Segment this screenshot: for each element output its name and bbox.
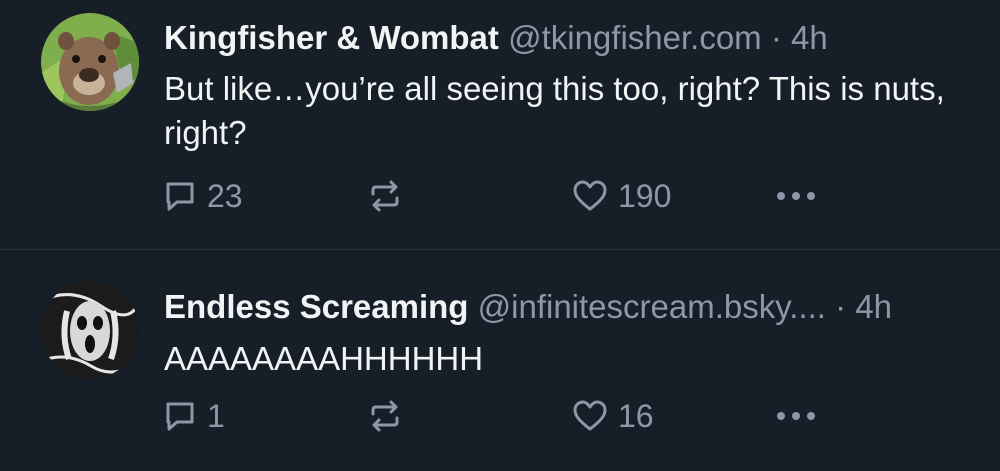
author-avatar[interactable] [41, 13, 139, 111]
repost-icon [371, 400, 399, 432]
author-handle[interactable]: @infinitescream.bsky.... [478, 288, 826, 325]
more-options-button[interactable] [776, 176, 816, 216]
more-icon [777, 192, 815, 200]
like-button[interactable]: 16 [572, 396, 654, 436]
meta-separator: · [835, 288, 847, 325]
like-count: 16 [618, 397, 654, 434]
post-text: AAAAAAAAHHHHHH [164, 340, 484, 377]
post-header: Endless Screaming @infinitescream.bsky..… [164, 287, 892, 327]
repost-button[interactable] [368, 176, 402, 216]
reply-button[interactable]: 1 [163, 396, 225, 436]
more-options-button[interactable] [776, 396, 816, 436]
like-icon [573, 400, 607, 431]
post-timestamp[interactable]: 4h [855, 288, 892, 325]
reply-icon [166, 402, 194, 431]
post-text: But like…you’re all seeing this too, rig… [164, 70, 945, 151]
scream-avatar-icon [41, 281, 139, 379]
post-timestamp[interactable]: 4h [791, 19, 828, 56]
reply-count: 23 [207, 177, 243, 214]
like-button[interactable]: 190 [572, 176, 671, 216]
reply-count: 1 [207, 397, 225, 434]
reply-icon [166, 182, 194, 211]
wombat-avatar-icon [41, 13, 139, 111]
repost-button[interactable] [368, 396, 402, 436]
like-icon [573, 180, 607, 211]
meta-separator: · [770, 19, 782, 56]
more-icon [777, 412, 815, 420]
post-actions: 1 16 [0, 396, 1000, 436]
repost-icon [371, 180, 399, 212]
author-name[interactable]: Endless Screaming [164, 288, 468, 325]
post-actions: 23 190 [0, 176, 1000, 216]
post-header: Kingfisher & Wombat @tkingfisher.com · 4… [164, 18, 828, 58]
author-name[interactable]: Kingfisher & Wombat [164, 19, 499, 56]
author-avatar[interactable] [41, 281, 139, 379]
like-count: 190 [618, 177, 672, 214]
reply-button[interactable]: 23 [163, 176, 243, 216]
author-handle[interactable]: @tkingfisher.com [508, 19, 762, 56]
